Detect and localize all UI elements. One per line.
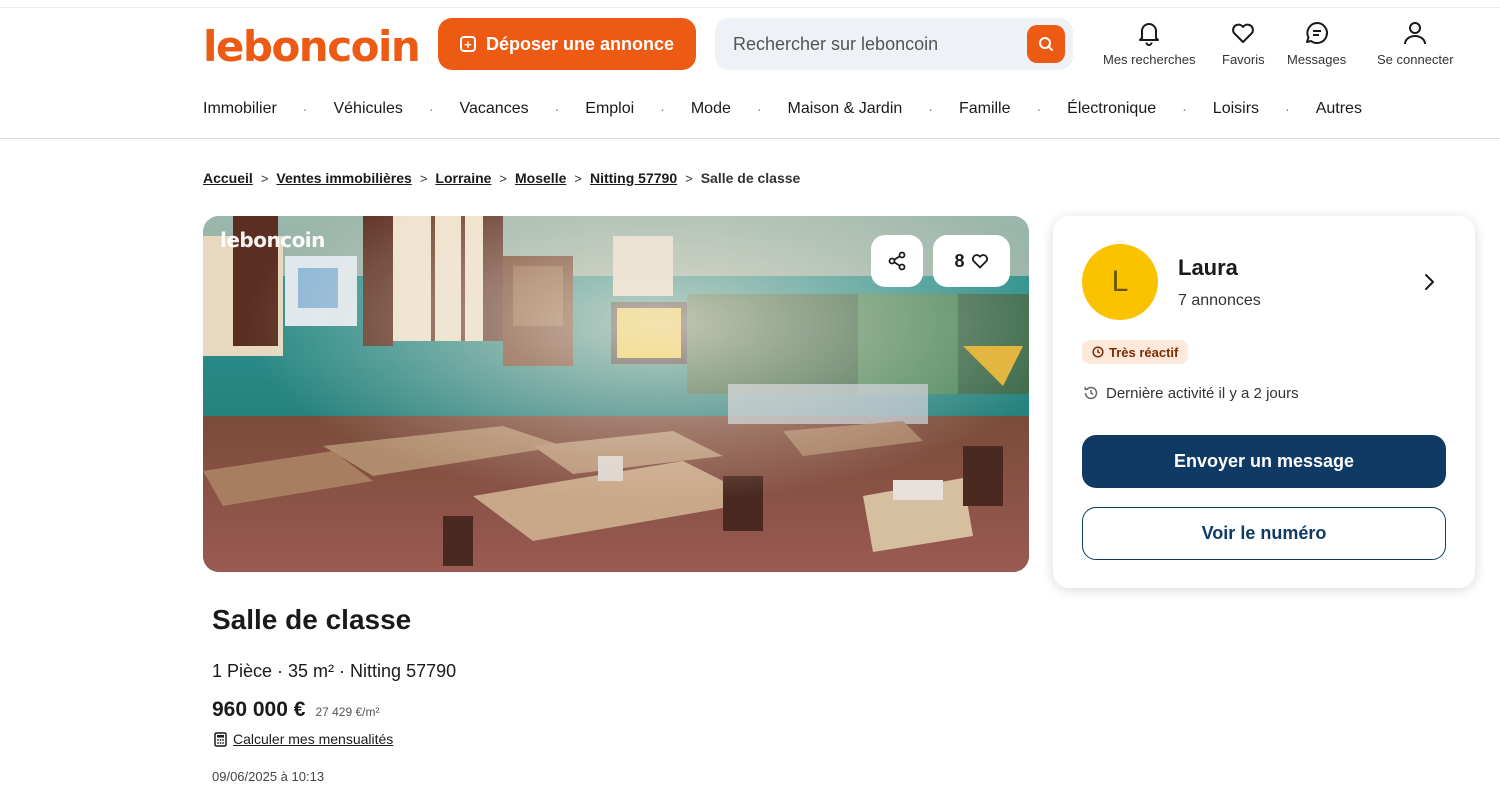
last-activity: Dernière activité il y a 2 jours <box>1082 384 1299 402</box>
breadcrumb-link-ventes[interactable]: Ventes immobilières <box>276 170 411 186</box>
chevron-right-icon: > <box>574 170 582 186</box>
listing-title: Salle de classe <box>212 604 412 635</box>
avatar[interactable]: L <box>1082 244 1158 320</box>
nav-separator: · <box>554 101 560 117</box>
photo-watermark: leboncoin <box>220 228 325 252</box>
login-label: Se connecter <box>1377 52 1454 67</box>
seller-profile-link[interactable] <box>1423 272 1435 297</box>
calculate-payments-link[interactable]: Calculer mes mensualités <box>214 731 393 747</box>
send-message-button[interactable]: Envoyer un message <box>1082 435 1446 488</box>
search-bar <box>715 18 1073 70</box>
nav-item-vehicules[interactable]: Véhicules <box>333 100 402 118</box>
chevron-right-icon <box>1425 274 1434 290</box>
nav-separator: · <box>1285 101 1290 117</box>
favorites-label: Favoris <box>1222 52 1265 67</box>
nav-item-immobilier[interactable]: Immobilier <box>203 100 277 118</box>
search-button[interactable] <box>1027 25 1065 63</box>
chevron-right-icon: > <box>685 170 693 186</box>
search-input[interactable] <box>733 32 1023 56</box>
nav-separator: · <box>428 101 434 117</box>
nav-item-maison-jardin[interactable]: Maison & Jardin <box>788 100 903 118</box>
nav-item-autres[interactable]: Autres <box>1316 100 1362 118</box>
show-phone-button[interactable]: Voir le numéro <box>1082 507 1446 560</box>
seller-ads-count: 7 annonces <box>1178 292 1261 309</box>
favorites-count: 8 <box>954 250 965 271</box>
listing-photo[interactable]: leboncoin 8 <box>203 216 1029 572</box>
nav-item-emploi[interactable]: Emploi <box>585 100 634 118</box>
deposit-ad-button[interactable]: + Déposer une annonce <box>438 18 696 70</box>
badge-label: Très réactif <box>1109 344 1179 360</box>
listing-details: 1 Pièce · 35 m² · Nitting 57790 <box>212 661 457 681</box>
breadcrumb-link-accueil[interactable]: Accueil <box>203 170 253 186</box>
nav-item-mode[interactable]: Mode <box>691 100 731 118</box>
calculate-payments-label: Calculer mes mensualités <box>233 731 394 747</box>
history-icon <box>1084 386 1098 400</box>
nav-separator: · <box>660 101 665 117</box>
breadcrumb-link-nitting[interactable]: Nitting 57790 <box>590 170 677 186</box>
chevron-right-icon: > <box>260 170 269 186</box>
bell-icon <box>1139 23 1160 46</box>
deposit-ad-label: Déposer une annonce <box>485 33 675 54</box>
breadcrumb-link-lorraine[interactable]: Lorraine <box>435 170 491 186</box>
favorites-button[interactable]: Favoris <box>1222 20 1265 67</box>
breadcrumb-link-moselle[interactable]: Moselle <box>515 170 566 186</box>
nav-item-vacances[interactable]: Vacances <box>460 100 529 118</box>
listing-price: 960 000 € <box>212 698 306 721</box>
my-searches-label: Mes recherches <box>1103 52 1196 67</box>
nav-separator: · <box>1182 101 1187 117</box>
site-header: leboncoin + Déposer une annonce Mes rech… <box>0 8 1500 139</box>
nav-separator: · <box>1036 101 1042 117</box>
calculator-icon <box>214 731 227 747</box>
nav-item-electronique[interactable]: Électronique <box>1067 100 1156 118</box>
listing-date: 09/06/2025 à 10:13 <box>212 769 325 784</box>
messages-button[interactable]: Messages <box>1287 20 1346 67</box>
last-activity-text: Dernière activité il y a 2 jours <box>1106 384 1299 402</box>
chevron-right-icon: > <box>499 170 508 186</box>
nav-separator: · <box>302 101 308 117</box>
clock-fast-icon <box>1092 346 1104 358</box>
user-icon <box>1404 22 1427 45</box>
heart-icon <box>1232 23 1255 43</box>
my-searches-button[interactable]: Mes recherches <box>1103 20 1195 67</box>
status-badge: Très réactif <box>1082 340 1189 364</box>
search-icon <box>1039 37 1053 51</box>
nav-item-famille[interactable]: Famille <box>959 100 1011 118</box>
message-icon <box>1305 22 1328 44</box>
breadcrumb-current: Salle de classe <box>700 170 801 186</box>
category-nav: Immobilier · Véhicules · Vacances · Empl… <box>203 98 1483 120</box>
nav-separator: · <box>756 101 762 117</box>
top-strip <box>0 0 1500 8</box>
share-button[interactable] <box>871 235 923 287</box>
favorite-count-button[interactable]: 8 <box>933 235 1010 287</box>
leboncoin-logo[interactable]: leboncoin <box>203 22 421 71</box>
login-button[interactable]: Se connecter <box>1377 20 1454 67</box>
chevron-right-icon: > <box>419 170 428 186</box>
price-per-m2: 27 429 €/m² <box>315 705 380 719</box>
heart-icon <box>971 254 988 269</box>
breadcrumb: Accueil > Ventes immobilières > Lorraine… <box>203 170 800 186</box>
seller-card: L Laura 7 annonces Très réactif Dernière… <box>1053 216 1475 588</box>
messages-label: Messages <box>1287 52 1347 67</box>
plus-square-icon: + <box>459 36 476 52</box>
nav-item-loisirs[interactable]: Loisirs <box>1213 100 1259 118</box>
price-row: 960 000 € 27 429 €/m² <box>212 698 379 722</box>
nav-separator: · <box>928 101 933 117</box>
seller-name[interactable]: Laura <box>1178 255 1238 281</box>
share-icon <box>888 251 906 271</box>
